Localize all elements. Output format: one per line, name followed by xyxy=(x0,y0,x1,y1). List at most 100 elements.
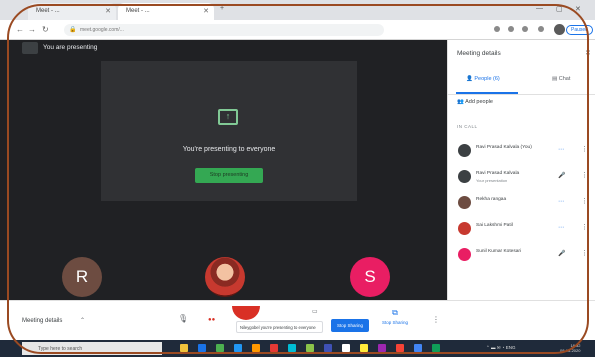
taskbar-app-icon[interactable] xyxy=(234,344,242,352)
tab-people-label: People (6) xyxy=(474,76,500,82)
extension-icon[interactable] xyxy=(508,26,514,32)
screenshot-frame: Meet - ... ✕ Meet - ... ✕ + — ▢ ✕ ← → ↻ … xyxy=(0,0,595,357)
add-people-button[interactable]: 👥 Add people xyxy=(457,99,493,105)
meeting-details-panel: Meeting details ✕ 👤 People (6) ▤ Chat 👥 … xyxy=(447,40,595,300)
avatar xyxy=(458,222,471,235)
system-tray-icons[interactable]: ⌃ ▬ ✉ ◔ ENG xyxy=(486,345,516,351)
close-icon[interactable]: ✕ xyxy=(203,7,209,15)
avatar xyxy=(458,248,471,261)
self-view-thumbnail[interactable] xyxy=(22,42,38,54)
browser-tab-1[interactable]: Meet - ... ✕ xyxy=(28,3,116,20)
participant-name: Sunil Kumar Kotesari xyxy=(476,249,522,254)
present-now-button[interactable]: ⧉ Stop Sharing xyxy=(380,308,410,325)
mic-muted-icon: 🎤 xyxy=(558,173,566,179)
tab-label: Meet - ... xyxy=(126,8,150,14)
divider xyxy=(448,94,595,95)
taskbar-app-icon[interactable] xyxy=(414,344,422,352)
taskbar-app-icon[interactable] xyxy=(198,344,206,352)
mic-active-icon: ⋯ xyxy=(558,199,564,205)
participant-name: Ravi Prasad Kalvala xyxy=(476,171,520,176)
participant-tile-avatar[interactable]: S xyxy=(350,257,390,297)
taskbar-app-icon[interactable] xyxy=(216,344,224,352)
taskbar-app-icon[interactable] xyxy=(252,344,260,352)
taskbar-app-icon[interactable] xyxy=(396,344,404,352)
taskbar-app-icon[interactable] xyxy=(342,344,350,352)
lock-icon: 🔒 xyxy=(69,27,77,33)
taskbar-search[interactable]: Type here to search xyxy=(22,342,162,355)
participant-row[interactable]: Sai Lakshmi Patil ⋯ ⋮ xyxy=(448,220,595,240)
participant-row[interactable]: Ravi Prasad Kalvala Your presentation 🎤 … xyxy=(448,168,595,188)
participant-name: Rekha rangaa xyxy=(476,197,507,202)
window-close-icon[interactable]: ✕ xyxy=(575,5,581,13)
reload-icon[interactable]: ↻ xyxy=(42,25,49,34)
chevron-up-icon[interactable]: ⌃ xyxy=(80,317,85,324)
tab-people[interactable]: 👤 People (6) xyxy=(466,76,500,82)
taskbar-app-icon[interactable] xyxy=(324,344,332,352)
more-options-icon[interactable]: ⋮ xyxy=(581,197,588,205)
maximize-icon[interactable]: ▢ xyxy=(556,5,563,13)
participant-tile-avatar[interactable]: R xyxy=(62,257,102,297)
profile-status-badge[interactable]: Paused xyxy=(566,25,593,35)
windows-taskbar: Type here to search ⌃ ▬ ✉ ◔ ENG 18:32 08… xyxy=(0,340,595,357)
present-screen-icon: ↑ xyxy=(218,109,238,125)
tab-label: Meet - ... xyxy=(36,8,60,14)
present-now-label: Stop Sharing xyxy=(381,320,409,325)
back-icon[interactable]: ← xyxy=(16,25,24,34)
presenting-label: You are presenting xyxy=(43,44,98,51)
forward-icon[interactable]: → xyxy=(28,25,36,34)
taskbar-app-icon[interactable] xyxy=(180,344,188,352)
mic-icon[interactable]: 🎙 xyxy=(178,314,188,323)
add-person-icon: 👥 xyxy=(457,99,464,105)
mic-muted-icon: 🎤 xyxy=(558,251,566,257)
mic-active-icon: ⋯ xyxy=(558,225,564,231)
more-options-icon[interactable]: ⋮ xyxy=(581,249,588,257)
banner-title: You're presenting to everyone xyxy=(182,146,276,153)
browser-tab-2[interactable]: Meet - ... ✕ xyxy=(118,3,214,20)
url-field[interactable]: 🔒 meet.google.com/... xyxy=(64,24,384,36)
section-label: IN CALL xyxy=(457,124,478,129)
taskbar-app-icon[interactable] xyxy=(360,344,368,352)
stop-sharing-button[interactable]: Stop Sharing xyxy=(331,319,369,332)
clock-date: 08-05-2020 xyxy=(560,348,581,353)
panel-title: Meeting details xyxy=(457,50,501,57)
more-options-icon[interactable]: ⋮ xyxy=(581,223,588,231)
more-options-icon[interactable]: ⋮ xyxy=(581,171,588,179)
url-text: meet.google.com/... xyxy=(80,27,124,33)
mic-active-icon: ⋯ xyxy=(558,147,564,153)
stop-presenting-button[interactable]: Stop presenting xyxy=(195,168,263,183)
taskbar-app-icon[interactable] xyxy=(378,344,386,352)
extension-icon[interactable] xyxy=(522,26,528,32)
captions-icon[interactable]: ▭ xyxy=(312,308,318,315)
avatar xyxy=(458,196,471,209)
tab-chat[interactable]: ▤ Chat xyxy=(552,76,570,82)
taskbar-app-icon[interactable] xyxy=(306,344,314,352)
avatar xyxy=(458,170,471,183)
participant-subtitle: Your presentation xyxy=(476,178,508,183)
meeting-control-bar: Meeting details ⌃ 🎙 ●● ▭ Nileygobel you'… xyxy=(0,300,595,340)
more-options-icon[interactable]: ⋮ xyxy=(432,315,440,324)
add-people-label: Add people xyxy=(465,99,493,105)
minimize-icon[interactable]: — xyxy=(536,5,543,12)
new-tab-icon[interactable]: + xyxy=(220,5,224,12)
taskbar-app-icon[interactable] xyxy=(432,344,440,352)
profile-avatar[interactable] xyxy=(554,24,565,35)
participant-row[interactable]: Ravi Prasad Kalvala (You) ⋯ ⋮ xyxy=(448,142,595,162)
more-options-icon[interactable]: ⋮ xyxy=(581,145,588,153)
taskbar-clock[interactable]: 18:32 08-05-2020 xyxy=(560,343,580,353)
close-icon[interactable]: ✕ xyxy=(585,49,591,57)
taskbar-app-icon[interactable] xyxy=(270,344,278,352)
participant-row[interactable]: Sunil Kumar Kotesari 🎤 ⋮ xyxy=(448,246,595,266)
tab-chat-label: Chat xyxy=(558,76,571,82)
participant-row[interactable]: Rekha rangaa ⋯ ⋮ xyxy=(448,194,595,214)
present-icon: ⧉ xyxy=(392,308,398,317)
audio-indicator-icon: ●● xyxy=(208,317,216,323)
end-call-button[interactable] xyxy=(232,306,260,320)
extension-icon[interactable] xyxy=(494,26,500,32)
meeting-details-button[interactable]: Meeting details xyxy=(22,318,62,324)
participant-name: Ravi Prasad Kalvala (You) xyxy=(476,145,532,150)
taskbar-app-icon[interactable] xyxy=(288,344,296,352)
presenting-toast: Nileygobel you're presenting to everyone xyxy=(236,321,323,333)
close-icon[interactable]: ✕ xyxy=(105,7,111,15)
participant-tile-photo[interactable] xyxy=(205,257,245,297)
extension-icon[interactable] xyxy=(538,26,544,32)
